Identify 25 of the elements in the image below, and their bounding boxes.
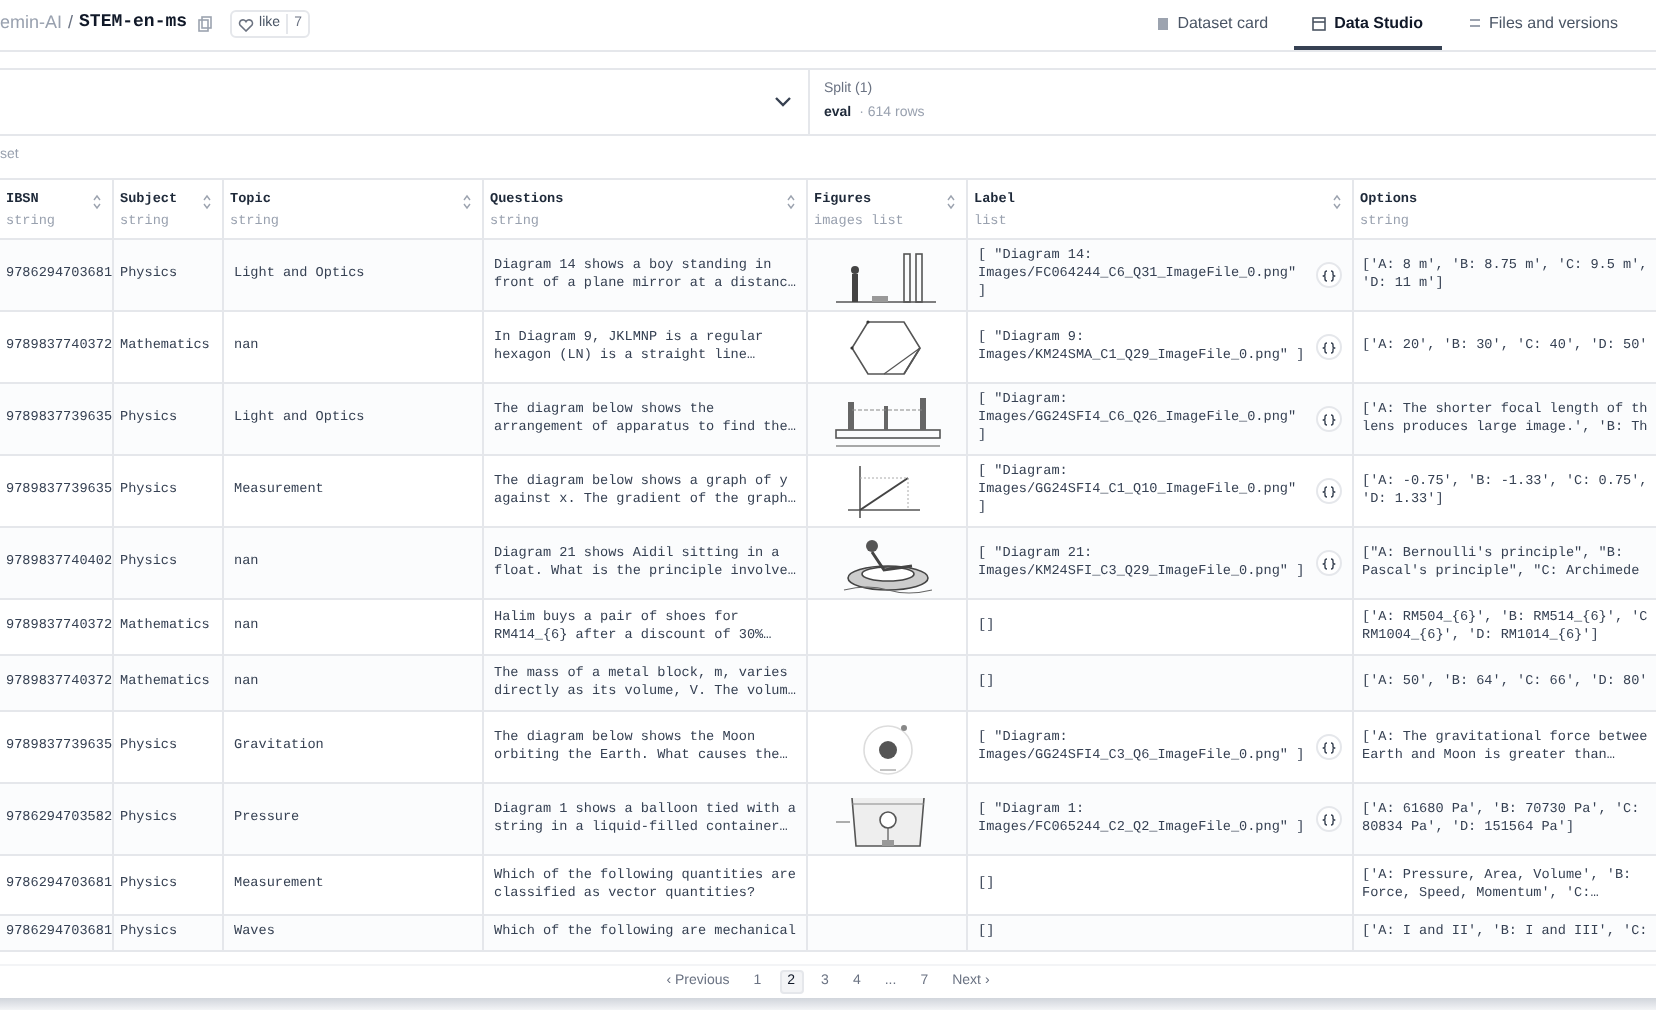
view-json-button[interactable] <box>1316 406 1342 432</box>
braces-icon <box>1322 269 1336 281</box>
braces-icon <box>1322 813 1336 825</box>
tab[interactable]: Data Studio <box>1294 2 1442 50</box>
view-json-button[interactable] <box>1316 550 1342 576</box>
path-separator: / <box>68 10 74 37</box>
view-json-button[interactable] <box>1316 262 1342 288</box>
chevron-down-icon <box>774 96 792 108</box>
copy-icon <box>197 16 212 32</box>
view-json-button[interactable] <box>1316 734 1342 760</box>
card-icon <box>1155 16 1170 32</box>
view-json-button[interactable] <box>1316 806 1342 832</box>
braces-icon <box>1322 341 1336 353</box>
tab[interactable]: Dataset card <box>1137 2 1287 50</box>
braces-icon <box>1322 485 1336 497</box>
repo-name[interactable]: STEM-en-ms <box>79 10 188 38</box>
heart-icon <box>237 17 254 31</box>
braces-icon <box>1322 557 1336 569</box>
view-json-button[interactable] <box>1316 478 1342 504</box>
table-icon <box>1312 16 1327 32</box>
lines-icon <box>1467 16 1482 32</box>
braces-icon <box>1322 741 1336 753</box>
view-json-button[interactable] <box>1316 334 1342 360</box>
braces-icon <box>1322 413 1336 425</box>
tab[interactable]: Files and versions <box>1449 2 1636 50</box>
